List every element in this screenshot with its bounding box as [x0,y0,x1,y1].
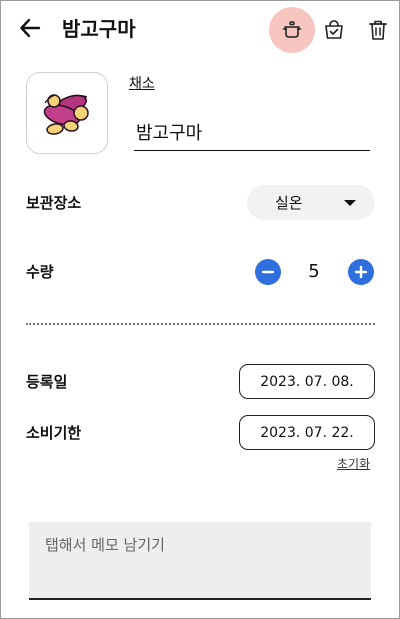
registered-date-label: 등록일 [26,373,68,391]
app-bar: 밤고구마 [0,0,400,58]
storage-select[interactable]: 실온 [247,185,375,220]
caret-down-icon [344,200,356,206]
consume-button[interactable] [314,10,354,50]
plus-icon [354,265,368,279]
sweet-potato-icon [43,94,89,135]
item-name-field[interactable]: 밤고구마 [134,119,370,151]
storage-label: 보관장소 [26,194,82,212]
storage-selected-value: 실온 [275,194,303,212]
reset-expiry-link[interactable]: 초기화 [337,456,370,472]
quantity-increase-button[interactable] [348,259,374,285]
quantity-value: 5 [308,261,320,282]
minus-icon [261,270,275,274]
arrow-left-icon [20,18,41,38]
expiry-date-label: 소비기한 [26,424,82,442]
quantity-decrease-button[interactable] [255,259,281,285]
pot-icon [282,21,302,38]
section-divider [26,323,375,325]
expiry-date-button[interactable]: 2023. 07. 22. [239,415,375,450]
trash-icon [369,20,387,40]
delete-button[interactable] [358,10,398,50]
cook-button[interactable] [269,7,315,53]
quantity-label: 수량 [26,263,54,281]
page-title: 밤고구마 [62,17,136,41]
basket-check-icon [325,20,343,39]
memo-input[interactable] [29,522,371,600]
category-link[interactable]: 채소 [129,74,155,94]
registered-date-button[interactable]: 2023. 07. 08. [239,364,375,399]
back-button[interactable] [16,14,44,42]
item-image-button[interactable] [26,72,108,154]
